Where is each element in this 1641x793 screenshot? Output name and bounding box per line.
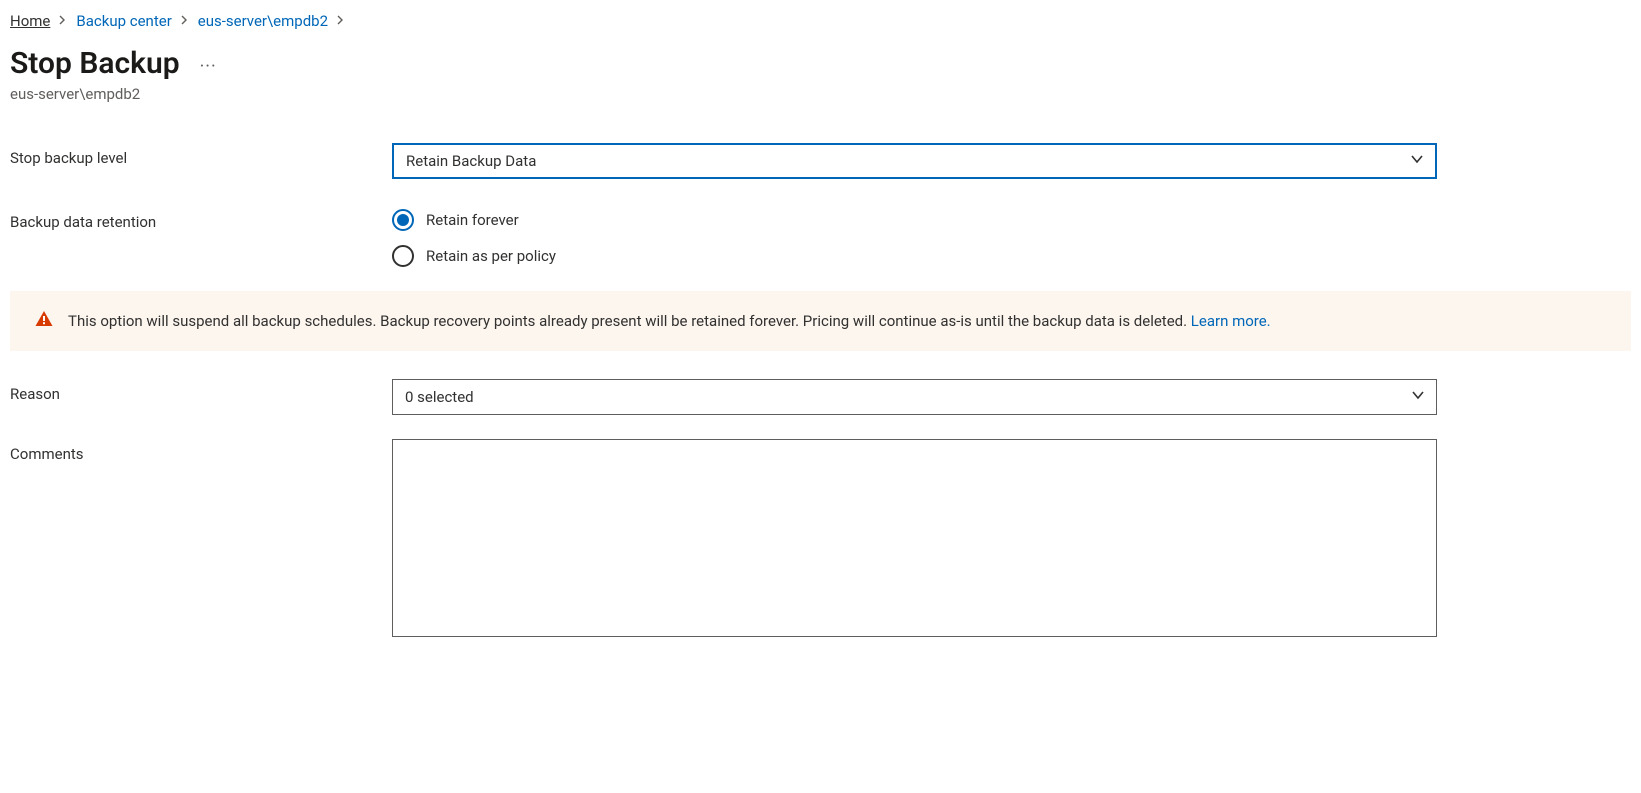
form-row-comments: Comments <box>10 439 1631 641</box>
stop-level-select[interactable]: Retain Backup Data <box>392 143 1437 179</box>
chevron-right-icon <box>58 13 68 29</box>
retention-policy-label: Retain as per policy <box>426 247 556 265</box>
chevron-down-icon <box>1409 151 1425 171</box>
comments-label: Comments <box>10 439 392 463</box>
retention-label: Backup data retention <box>10 207 392 231</box>
radio-unselected-icon <box>392 245 414 267</box>
stop-level-value: Retain Backup Data <box>406 152 536 170</box>
breadcrumb: Home Backup center eus-server\empdb2 <box>10 12 1631 30</box>
reason-value: 0 selected <box>405 388 474 406</box>
chevron-right-icon <box>180 13 190 29</box>
more-actions-button[interactable]: ··· <box>200 50 217 77</box>
form-row-reason: Reason 0 selected <box>10 379 1631 415</box>
page-header: Stop Backup ··· <box>10 46 1631 81</box>
comments-textarea[interactable] <box>392 439 1437 637</box>
form-row-stop-level: Stop backup level Retain Backup Data <box>10 143 1631 179</box>
breadcrumb-home-link[interactable]: Home <box>10 12 50 30</box>
breadcrumb-resource-link[interactable]: eus-server\empdb2 <box>198 12 328 30</box>
chevron-down-icon <box>1410 387 1426 407</box>
page-subtitle: eus-server\empdb2 <box>10 85 1631 103</box>
retention-radio-policy[interactable]: Retain as per policy <box>392 245 1437 267</box>
warning-banner: This option will suspend all backup sche… <box>10 291 1631 351</box>
page-title: Stop Backup <box>10 46 180 81</box>
retention-radio-forever[interactable]: Retain forever <box>392 209 1437 231</box>
learn-more-link[interactable]: Learn more. <box>1191 312 1271 330</box>
retention-radio-group: Retain forever Retain as per policy <box>392 207 1437 267</box>
form-row-retention: Backup data retention Retain forever Ret… <box>10 207 1631 267</box>
radio-selected-icon <box>392 209 414 231</box>
warning-triangle-icon <box>34 309 54 333</box>
reason-select[interactable]: 0 selected <box>392 379 1437 415</box>
reason-label: Reason <box>10 379 392 403</box>
chevron-right-icon <box>336 13 346 29</box>
stop-level-label: Stop backup level <box>10 143 392 167</box>
warning-text: This option will suspend all backup sche… <box>68 312 1271 330</box>
retention-forever-label: Retain forever <box>426 211 519 229</box>
breadcrumb-backup-center-link[interactable]: Backup center <box>76 12 171 30</box>
